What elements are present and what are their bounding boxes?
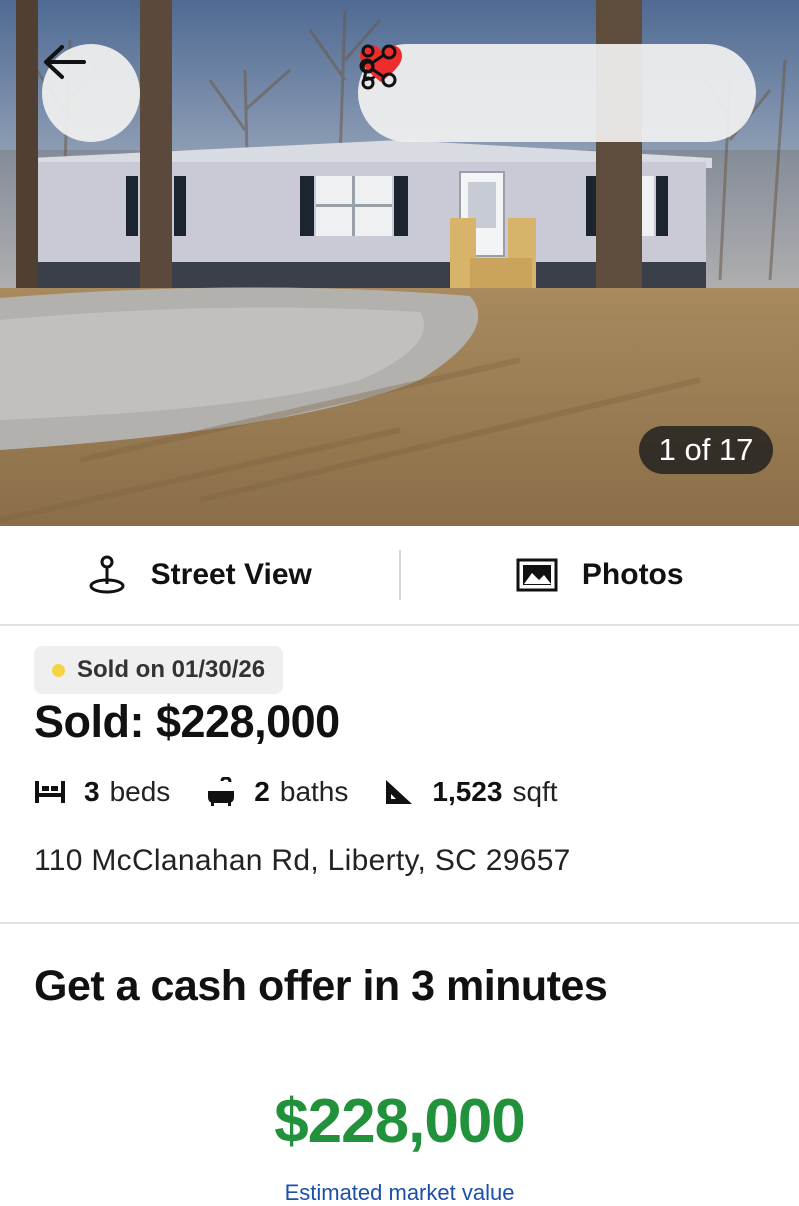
- street-view-icon: [87, 555, 127, 595]
- baths-count: 2: [254, 776, 270, 808]
- beds-fact: 3 beds: [34, 776, 170, 808]
- photos-icon: [516, 558, 558, 592]
- beds-count: 3: [84, 776, 100, 808]
- property-address: 110 McClanahan Rd, Liberty, SC 29657: [34, 844, 571, 878]
- baths-fact: 2 baths: [206, 776, 348, 808]
- cash-offer-title: Get a cash offer in 3 minutes: [34, 962, 607, 1011]
- section-divider: [0, 922, 799, 924]
- street-view-label: Street View: [151, 558, 312, 592]
- sqft-fact: 1,523 sqft: [384, 776, 557, 808]
- bed-icon: [34, 780, 66, 804]
- more-vertical-icon: [358, 44, 378, 90]
- beds-label: beds: [110, 776, 171, 808]
- bathtub-icon: [206, 777, 236, 807]
- more-options-button[interactable]: [663, 63, 723, 123]
- listing-actions: [358, 44, 756, 142]
- view-options: Street View Photos: [0, 526, 799, 626]
- photo-counter: 1 of 17: [639, 426, 773, 474]
- photos-button[interactable]: Photos: [401, 526, 799, 624]
- sold-price: Sold: $228,000: [34, 696, 340, 748]
- favorite-button[interactable]: [482, 63, 542, 123]
- street-view-button[interactable]: Street View: [0, 526, 399, 624]
- sqft-label: sqft: [512, 776, 557, 808]
- arrow-left-icon: [42, 44, 86, 80]
- estimated-value: $228,000: [0, 1086, 799, 1157]
- status-dot: [52, 664, 65, 677]
- listing-photo[interactable]: 1 of 17: [0, 0, 799, 526]
- share-button[interactable]: [572, 63, 632, 123]
- back-button[interactable]: [42, 44, 140, 142]
- property-facts: 3 beds 2 baths 1,523 sqft: [34, 776, 594, 808]
- baths-label: baths: [280, 776, 349, 808]
- photos-label: Photos: [582, 558, 684, 592]
- ruler-triangle-icon: [384, 778, 414, 806]
- estimated-value-link[interactable]: Estimated market value: [0, 1180, 799, 1206]
- sqft-count: 1,523: [432, 776, 502, 808]
- status-badge: Sold on 01/30/26: [34, 646, 283, 694]
- status-text: Sold on 01/30/26: [77, 656, 265, 684]
